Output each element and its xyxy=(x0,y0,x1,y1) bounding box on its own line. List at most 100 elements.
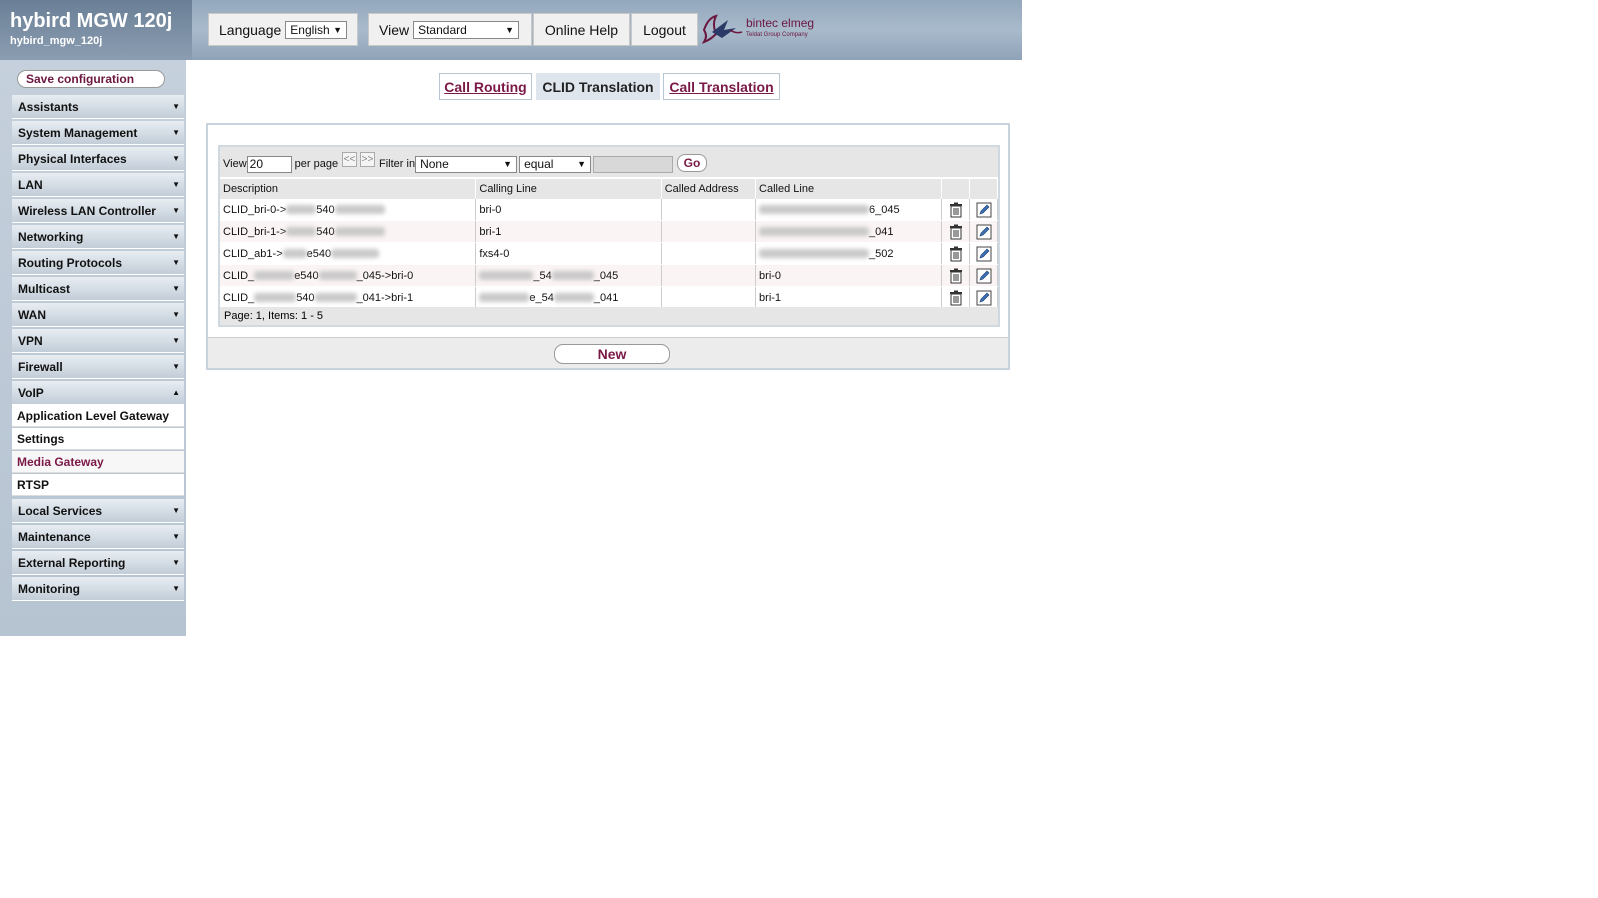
go-button[interactable]: Go xyxy=(677,154,707,172)
chevron-up-icon: ▲ xyxy=(172,388,180,397)
column-edit xyxy=(969,179,998,199)
view-count-input[interactable]: 20 xyxy=(246,155,292,173)
prev-page-button[interactable]: << xyxy=(342,152,357,167)
row-delete-button[interactable] xyxy=(941,264,971,287)
column-delete xyxy=(941,179,971,199)
filter-value-input[interactable] xyxy=(593,155,674,173)
sidebar-item-routing-protocols[interactable]: Routing Protocols ▼ xyxy=(12,251,184,275)
sidebar-item-external-reporting[interactable]: External Reporting ▼ xyxy=(12,551,184,575)
sidebar-item-label: Multicast xyxy=(18,281,71,296)
sidebar-subitem-settings[interactable]: Settings xyxy=(12,428,184,450)
table-row: CLID_bri-0->x540xbri-0x6_045 xyxy=(220,199,998,221)
redacted-text: x xyxy=(282,249,307,259)
sidebar-item-networking[interactable]: Networking ▼ xyxy=(12,225,184,249)
sidebar-item-maintenance[interactable]: Maintenance ▼ xyxy=(12,525,184,549)
redacted-text: x xyxy=(553,293,594,303)
view-select-value: Standard xyxy=(418,22,467,37)
sidebar-subitem-rtsp[interactable]: RTSP xyxy=(12,474,184,496)
sidebar-item-system-management[interactable]: System Management ▼ xyxy=(12,121,184,145)
sidebar-item-label: WAN xyxy=(18,307,46,322)
chevron-down-icon: ▼ xyxy=(172,310,180,319)
sidebar-item-multicast[interactable]: Multicast ▼ xyxy=(12,277,184,301)
sidebar-item-wan[interactable]: WAN ▼ xyxy=(12,303,184,327)
row-called-line: bri-1 xyxy=(759,291,782,304)
sidebar-subitem-media-gateway[interactable]: Media Gateway xyxy=(12,451,184,473)
list-frame: View 20 per page << >> Filter in None ▼ … xyxy=(218,145,1000,327)
row-description: CLID_xe540x_045->bri-0 xyxy=(220,264,477,287)
row-calling-line-mid: _54 xyxy=(533,269,552,282)
language-select[interactable]: English ▼ xyxy=(285,20,347,39)
sidebar-item-lan[interactable]: LAN ▼ xyxy=(12,173,184,197)
sidebar-item-assistants[interactable]: Assistants ▼ xyxy=(12,95,184,119)
trash-icon[interactable] xyxy=(948,268,964,284)
page-info: Page: 1, Items: 1 - 5 xyxy=(220,307,998,325)
redacted-text: x xyxy=(759,249,870,259)
sidebar-item-local-services[interactable]: Local Services ▼ xyxy=(12,499,184,523)
row-delete-button[interactable] xyxy=(941,242,971,265)
tab-clid-translation[interactable]: CLID Translation xyxy=(536,73,660,100)
filter-bar: View 20 per page << >> Filter in None ▼ … xyxy=(220,147,998,177)
row-calling-line-cell: fxs4-0 xyxy=(475,242,662,265)
view-select[interactable]: Standard ▼ xyxy=(413,20,520,39)
device-title: hybird MGW 120j xyxy=(10,10,173,32)
row-description: CLID_bri-0->x540x xyxy=(220,199,477,221)
new-entry-button[interactable]: New xyxy=(554,344,670,364)
trash-icon[interactable] xyxy=(948,224,964,240)
sidebar-item-label: LAN xyxy=(18,177,43,192)
save-configuration-button[interactable]: Save configuration xyxy=(17,70,165,88)
row-description-mid: e540 xyxy=(294,269,319,282)
tab-call-translation[interactable]: Call Translation xyxy=(663,73,780,100)
sidebar-item-label: External Reporting xyxy=(18,555,126,570)
row-description-prefix: CLID_ xyxy=(223,269,255,282)
row-called-line-cell: x_041 xyxy=(755,220,943,243)
language-box: Language English ▼ xyxy=(208,13,358,46)
column-called-line: Called Line xyxy=(755,179,943,199)
edit-icon[interactable] xyxy=(976,246,992,262)
row-edit-button[interactable] xyxy=(969,199,998,221)
sidebar-item-label: Assistants xyxy=(18,99,79,114)
edit-icon[interactable] xyxy=(976,268,992,284)
next-page-button[interactable]: >> xyxy=(360,152,375,167)
redacted-text: x xyxy=(334,205,385,215)
language-select-value: English xyxy=(290,22,330,37)
redacted-text: x xyxy=(254,293,297,303)
sidebar-subitem-application-level-gateway[interactable]: Application Level Gateway xyxy=(12,405,184,427)
table-row: CLID_xe540x_045->bri-0x_54x_045bri-0 xyxy=(220,264,998,287)
trash-icon[interactable] xyxy=(948,202,964,218)
sidebar-item-vpn[interactable]: VPN ▼ xyxy=(12,329,184,353)
logout-button[interactable]: Logout xyxy=(631,13,698,46)
row-delete-button[interactable] xyxy=(941,220,971,243)
trash-icon[interactable] xyxy=(948,246,964,262)
sidebar-item-firewall[interactable]: Firewall ▼ xyxy=(12,355,184,379)
row-called-line-cell: x6_045 xyxy=(755,199,943,221)
row-calling-line-cell: bri-1 xyxy=(475,220,662,243)
row-edit-button[interactable] xyxy=(969,286,998,309)
sidebar-item-physical-interfaces[interactable]: Physical Interfaces ▼ xyxy=(12,147,184,171)
tab-call-routing[interactable]: Call Routing xyxy=(439,73,532,100)
sidebar-item-voip[interactable]: VoIP ▲ xyxy=(12,381,184,405)
chevron-down-icon: ▼ xyxy=(172,584,180,593)
chevron-down-icon: ▼ xyxy=(172,558,180,567)
row-delete-button[interactable] xyxy=(941,199,971,221)
row-edit-button[interactable] xyxy=(969,264,998,287)
table-row: CLID_x540x_041->bri-1xe_54x_041bri-1 xyxy=(220,286,998,309)
filter-operator-select[interactable]: equal ▼ xyxy=(519,155,592,173)
edit-icon[interactable] xyxy=(976,224,992,240)
edit-icon[interactable] xyxy=(976,290,992,306)
row-edit-button[interactable] xyxy=(969,242,998,265)
trash-icon[interactable] xyxy=(948,290,964,306)
row-description-mid: 540 xyxy=(316,203,335,216)
sidebar-item-wireless-lan-controller[interactable]: Wireless LAN Controller ▼ xyxy=(12,199,184,223)
row-called-line-cell: bri-1 xyxy=(755,286,943,309)
sidebar-item-monitoring[interactable]: Monitoring ▼ xyxy=(12,577,184,601)
column-description: Description xyxy=(220,179,477,199)
redacted-text: x xyxy=(334,227,385,237)
row-edit-button[interactable] xyxy=(969,220,998,243)
row-calling-line-suffix: _045 xyxy=(593,269,619,282)
filter-field-select[interactable]: None ▼ xyxy=(415,155,518,173)
table-header-row: Description Calling Line Called Address … xyxy=(220,179,998,199)
row-delete-button[interactable] xyxy=(941,286,971,309)
edit-icon[interactable] xyxy=(976,202,992,218)
online-help-button[interactable]: Online Help xyxy=(533,13,630,46)
redacted-text: x xyxy=(331,249,380,259)
